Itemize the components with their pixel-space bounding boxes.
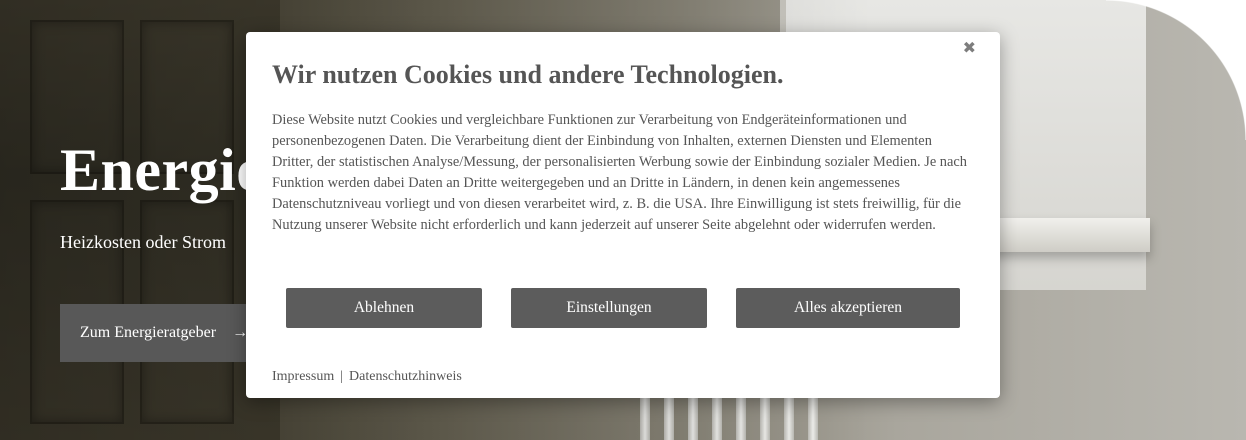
hero-subtitle: Heizkosten oder Strom bbox=[60, 232, 226, 252]
cookie-dialog-title: Wir nutzen Cookies und andere Technologi… bbox=[272, 60, 784, 89]
imprint-link[interactable]: Impressum bbox=[272, 369, 334, 384]
reject-button[interactable]: Ablehnen bbox=[286, 288, 482, 328]
energy-guide-button-label: Zum Energieratgeber bbox=[80, 324, 217, 341]
hero-title: Energie bbox=[60, 137, 264, 203]
settings-button[interactable]: Einstellungen bbox=[511, 288, 707, 328]
cookie-dialog-footer: Impressum | Datenschutzhinweis bbox=[272, 369, 462, 385]
cookie-consent-dialog: ✖ Wir nutzen Cookies und andere Technolo… bbox=[246, 32, 1000, 398]
cookie-dialog-text: Diese Website nutzt Cookies und vergleic… bbox=[272, 112, 967, 233]
footer-separator: | bbox=[340, 369, 344, 384]
privacy-link[interactable]: Datenschutzhinweis bbox=[349, 369, 462, 384]
rounded-corner bbox=[1106, 0, 1246, 140]
accept-all-button[interactable]: Alles akzeptieren bbox=[736, 288, 960, 328]
close-icon[interactable]: ✖ bbox=[963, 38, 976, 57]
